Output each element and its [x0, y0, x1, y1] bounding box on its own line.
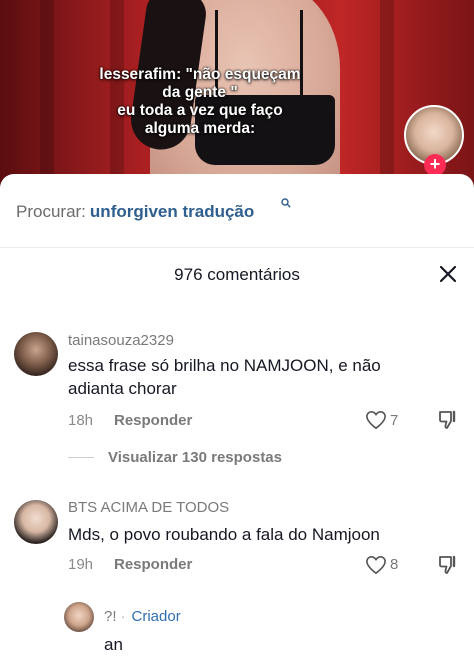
heart-icon[interactable] — [365, 555, 387, 575]
search-prefix: Procurar: — [16, 202, 86, 221]
comment-time: 18h — [68, 412, 94, 429]
follow-plus-icon[interactable]: + — [424, 154, 446, 176]
heart-icon[interactable] — [365, 410, 387, 430]
creator-badge: Criador — [131, 608, 181, 625]
avatar[interactable] — [64, 602, 94, 632]
comment-text: Mds, o povo roubando a fala do Namjoon — [68, 525, 380, 544]
comment-text: essa frase só brilha no NAMJOON, e não a… — [68, 356, 381, 398]
separator-dot: · — [120, 608, 126, 625]
divider — [0, 247, 474, 248]
view-replies-button[interactable]: Visualizar 130 respostas — [108, 449, 282, 466]
video-player[interactable]: lesserafim: "não esqueçam da gente " eu … — [0, 0, 474, 190]
reply-header: ?! · Criador — [104, 608, 181, 625]
reply-username[interactable]: ?! — [104, 608, 117, 625]
comment-username[interactable]: BTS ACIMA DE TODOS — [68, 499, 229, 516]
comment-time: 19h — [68, 556, 94, 573]
reply-button[interactable]: Responder — [114, 412, 192, 429]
avatar[interactable] — [14, 500, 58, 544]
like-count: 8 — [390, 556, 399, 573]
comment-username[interactable]: tainasouza2329 — [68, 332, 174, 349]
reply-button[interactable]: Responder — [114, 556, 192, 573]
close-icon[interactable] — [438, 264, 458, 284]
search-suggestion[interactable]: Procurar: unforgiven tradução — [16, 198, 291, 222]
like-count: 7 — [390, 412, 399, 429]
search-icon — [281, 198, 291, 208]
dislike-icon[interactable] — [437, 409, 459, 431]
reply-text: an — [104, 635, 123, 654]
curtain-fold — [380, 0, 394, 190]
replies-divider — [68, 457, 94, 458]
search-query[interactable]: unforgiven tradução — [90, 202, 254, 221]
comments-sheet: Procurar: unforgiven tradução 976 comentá… — [0, 174, 474, 669]
avatar[interactable] — [14, 332, 58, 376]
video-caption: lesserafim: "não esqueçam da gente " eu … — [99, 66, 301, 137]
dislike-icon[interactable] — [437, 554, 459, 576]
comment-count: 976 comentários — [174, 265, 300, 284]
